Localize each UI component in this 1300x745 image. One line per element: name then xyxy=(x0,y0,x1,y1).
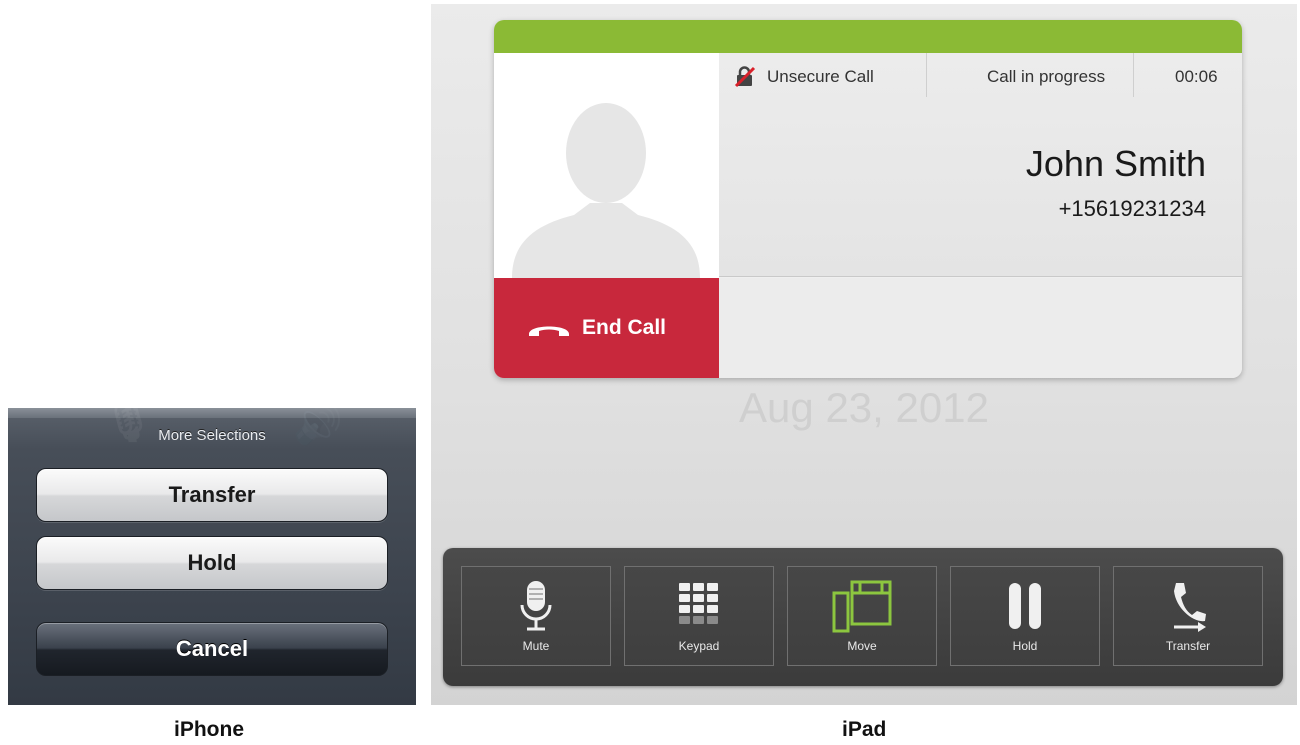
keypad-button[interactable]: Keypad xyxy=(624,566,774,666)
status-divider xyxy=(1133,53,1134,97)
call-status-row: Unsecure Call Call in progress 00:06 xyxy=(719,53,1242,97)
hold-button[interactable]: Hold xyxy=(36,536,388,590)
caller-number: +15619231234 xyxy=(1058,196,1206,221)
transfer-button[interactable]: Transfer xyxy=(1113,566,1263,666)
call-info-panel: Unsecure Call Call in progress 00:06 Joh… xyxy=(719,53,1242,277)
mute-label: Mute xyxy=(522,639,550,653)
transfer-button[interactable]: Transfer xyxy=(36,468,388,522)
call-date: Aug 23, 2012 xyxy=(739,384,989,431)
card-lower-panel xyxy=(719,278,1242,378)
keypad-icon xyxy=(625,579,773,639)
call-card: Unsecure Call Call in progress 00:06 Joh… xyxy=(494,20,1242,378)
mute-button[interactable]: Mute xyxy=(461,566,611,666)
call-timer: 00:06 xyxy=(1175,67,1218,86)
iphone-caption: iPhone xyxy=(174,718,245,741)
hang-up-icon xyxy=(527,321,571,342)
status-divider xyxy=(926,53,927,97)
sheet-top-edge xyxy=(8,408,416,418)
hold-label: Hold xyxy=(1012,639,1038,653)
move-icon xyxy=(788,579,936,639)
call-toolbar: Mute Keypad Move Hold Transfer xyxy=(443,548,1283,686)
microphone-icon xyxy=(462,579,610,639)
call-status-bar xyxy=(494,20,1242,53)
avatar xyxy=(494,53,719,278)
pause-icon xyxy=(951,579,1099,639)
iphone-action-sheet: 🎙 🔊 More Selections Transfer Hold Cancel xyxy=(8,408,416,705)
keypad-label: Keypad xyxy=(678,639,720,653)
ipad-call-screen: Unsecure Call Call in progress 00:06 Joh… xyxy=(431,4,1297,705)
move-label: Move xyxy=(847,639,877,653)
transfer-icon xyxy=(1114,579,1262,639)
end-call-button[interactable]: End Call xyxy=(494,278,719,378)
unsecure-lock-icon xyxy=(734,66,756,93)
ipad-caption: iPad xyxy=(842,718,887,741)
caller-name: John Smith xyxy=(1025,143,1206,184)
cancel-button[interactable]: Cancel xyxy=(36,622,388,676)
call-state: Call in progress xyxy=(987,67,1106,86)
hold-button[interactable]: Hold xyxy=(950,566,1100,666)
move-button[interactable]: Move xyxy=(787,566,937,666)
security-status: Unsecure Call xyxy=(767,67,874,86)
person-silhouette-icon xyxy=(512,103,700,278)
transfer-label: Transfer xyxy=(1165,639,1211,653)
end-call-label: End Call xyxy=(582,316,667,339)
sheet-title: More Selections xyxy=(158,427,266,444)
